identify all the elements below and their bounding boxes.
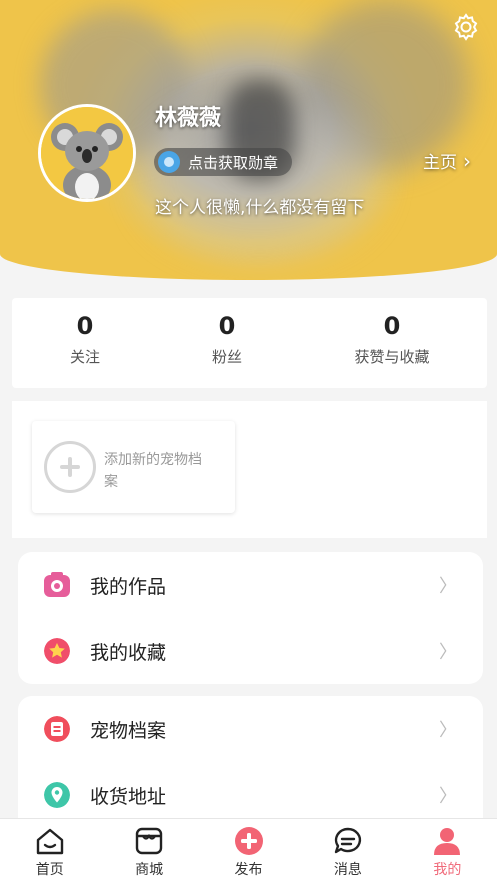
tab-home[interactable]: 首页: [0, 819, 99, 883]
koala-avatar-icon: [41, 107, 133, 199]
pet-profiles-section: 添加新的宠物档案: [12, 401, 487, 538]
menu-item-pet-profiles[interactable]: 宠物档案 〉: [18, 696, 483, 762]
menu-item-label: 我的收藏: [90, 641, 167, 664]
stat-value: 0: [218, 312, 236, 340]
stat-label: 获赞与收藏: [354, 348, 430, 366]
chevron-right-icon: 〉: [439, 642, 457, 663]
tab-label: 商城: [135, 862, 164, 878]
tab-messages[interactable]: 消息: [298, 819, 397, 883]
chevron-right-icon: 〉: [439, 786, 457, 807]
menu-item-label: 宠物档案: [90, 719, 167, 742]
document-icon: [44, 716, 70, 742]
tab-label: 发布: [234, 862, 263, 878]
chevron-right-icon: 〉: [439, 576, 457, 597]
menu-group-works: 我的作品 〉 我的收藏 〉: [18, 552, 483, 684]
settings-gear-icon[interactable]: [451, 12, 481, 42]
tab-label: 我的: [433, 862, 462, 878]
stat-likes-collections[interactable]: 0 获赞与收藏: [342, 312, 442, 367]
stat-following[interactable]: 0 关注: [50, 312, 120, 367]
stat-followers[interactable]: 0 粉丝: [192, 312, 262, 367]
stat-value: 0: [76, 312, 94, 340]
username: 林薇薇: [155, 106, 222, 131]
tab-label: 消息: [333, 862, 362, 878]
message-icon: [334, 827, 361, 854]
medal-label: 点击获取勋章: [188, 153, 279, 172]
homepage-link[interactable]: 主页 ›: [423, 148, 471, 174]
tab-label: 首页: [35, 862, 64, 878]
menu-item-label: 收货地址: [90, 785, 167, 808]
homepage-label: 主页: [423, 153, 457, 173]
location-icon: [44, 782, 70, 808]
store-icon: [135, 827, 163, 855]
menu-item-label: 我的作品: [90, 575, 167, 598]
camera-icon: [44, 572, 70, 597]
stat-label: 粉丝: [211, 348, 242, 366]
add-plus-icon: [44, 441, 96, 493]
chevron-right-icon: ›: [463, 148, 471, 173]
stat-value: 0: [383, 312, 401, 340]
publish-icon: [234, 827, 263, 855]
tab-publish[interactable]: 发布: [199, 819, 298, 883]
get-medal-button[interactable]: 点击获取勋章: [154, 148, 293, 176]
tab-profile[interactable]: 我的: [398, 819, 497, 883]
avatar[interactable]: [38, 104, 136, 202]
medal-icon: [158, 151, 180, 173]
bottom-tab-bar: 首页 商城 发布 消息 我的: [0, 818, 497, 883]
menu-item-my-collections[interactable]: 我的收藏 〉: [18, 618, 483, 684]
profile-icon: [434, 828, 461, 855]
add-pet-profile-button[interactable]: 添加新的宠物档案: [32, 421, 235, 513]
star-icon: [44, 638, 70, 664]
add-pet-label: 添加新的宠物档案: [104, 452, 202, 490]
tab-store[interactable]: 商城: [99, 819, 198, 883]
user-bio: 这个人很懒,什么都没有留下: [155, 198, 365, 218]
stats-panel: 0 关注 0 粉丝 0 获赞与收藏: [12, 298, 487, 388]
chevron-right-icon: 〉: [439, 720, 457, 741]
menu-group-profile: 宠物档案 〉 收货地址 〉: [18, 696, 483, 836]
stat-label: 关注: [69, 348, 100, 366]
menu-item-my-works[interactable]: 我的作品 〉: [18, 552, 483, 618]
home-icon: [36, 828, 63, 855]
